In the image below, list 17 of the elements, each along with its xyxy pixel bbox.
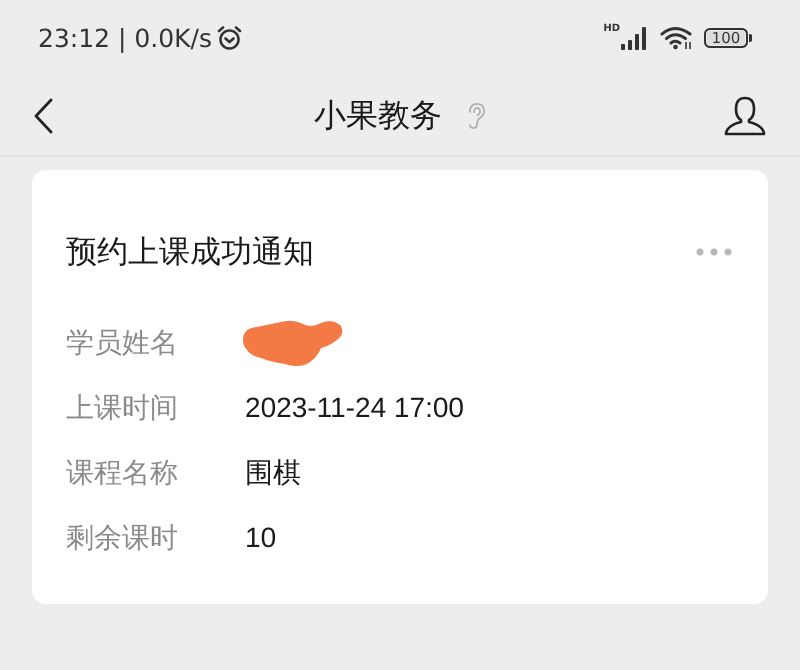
battery-indicator: 100 [704,28,752,48]
wifi-icon [660,26,694,50]
network-type-label: HD [603,24,620,34]
field-value: 10 [245,522,276,554]
card-title: 预约上课成功通知 [66,233,314,271]
back-icon[interactable] [33,98,55,134]
field-value: 2023-11-24 17:00 [245,392,464,424]
profile-icon[interactable] [724,96,766,136]
signal-bars-icon [621,26,649,50]
alarm-clock-icon [216,25,243,51]
field-label: 学员姓名 [66,326,179,360]
field-label: 课程名称 [66,456,179,490]
field-value: 围棋 [245,456,301,490]
field-label: 上课时间 [66,390,179,424]
field-label: 剩余课时 [66,520,179,554]
page-title: 小果教务 [314,96,442,134]
status-time-speed: 23:12 | 0.0K/s [38,24,212,52]
